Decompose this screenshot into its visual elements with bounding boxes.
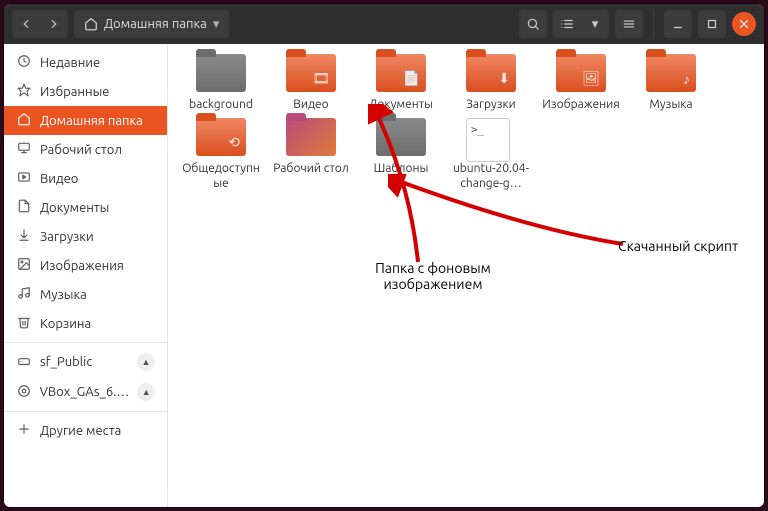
sidebar-item[interactable]: Недавние	[4, 48, 167, 77]
folder-icon	[376, 118, 426, 156]
sidebar-divider	[4, 411, 167, 412]
sidebar-item[interactable]: Другие места	[4, 416, 167, 445]
item-label: Рабочий стол	[273, 162, 349, 176]
sidebar-item[interactable]: Корзина	[4, 309, 167, 338]
folder-item[interactable]: ⬇ Загрузки	[452, 54, 530, 112]
sidebar-item[interactable]: Избранные	[4, 77, 167, 106]
script-file-icon	[466, 118, 510, 162]
trash-icon	[16, 315, 32, 332]
sidebar-item-label: Другие места	[40, 424, 121, 438]
sidebar-item[interactable]: Музыка	[4, 280, 167, 309]
star-icon	[16, 83, 32, 100]
sidebar: Недавние Избранные Домашняя папка Рабочий с…	[4, 44, 168, 507]
folder-item[interactable]: 📄 Документы	[362, 54, 440, 112]
sidebar-item-label: Загрузки	[40, 230, 94, 244]
folder-item[interactable]: 🎞 Видео	[272, 54, 350, 112]
nav-back-button[interactable]	[12, 10, 40, 38]
image-icon	[16, 257, 32, 274]
disc-icon	[16, 384, 32, 401]
view-options-button[interactable]: ▾	[581, 10, 609, 38]
sidebar-item-label: Изображения	[40, 259, 124, 273]
annotation-text: Папка с фоновым изображением	[363, 260, 503, 292]
chevron-down-icon: ▾	[213, 17, 220, 32]
folder-icon	[196, 54, 246, 92]
folder-icon: ⟲	[196, 118, 246, 156]
item-label: Шаблоны	[374, 162, 429, 176]
titlebar: Домашняя папка ▾ ▾	[4, 4, 764, 44]
folder-icon	[286, 118, 336, 156]
sidebar-divider	[4, 342, 167, 343]
video-icon	[16, 170, 32, 187]
breadcrumb-label: Домашняя папка	[104, 17, 207, 31]
sidebar-item-label: Избранные	[40, 85, 109, 99]
eject-button[interactable]: ▲	[137, 383, 155, 401]
sidebar-item[interactable]: Документы	[4, 193, 167, 222]
annotation-text: Скачанный скрипт	[618, 238, 738, 254]
sidebar-item-label: sf_Public	[40, 355, 92, 369]
folder-item[interactable]: ♪ Музыка	[632, 54, 710, 112]
sidebar-item-label: Домашняя папка	[40, 114, 143, 128]
search-button[interactable]	[519, 10, 547, 38]
item-label: Общедоступные	[182, 162, 260, 191]
item-label: Музыка	[649, 98, 692, 112]
folder-icon: 🎞	[286, 54, 336, 92]
desktop-icon	[16, 141, 32, 158]
item-label: background	[189, 98, 253, 112]
home-icon	[84, 17, 98, 31]
file-item[interactable]: ubuntu-20.04-change-g…	[452, 118, 530, 191]
view-list-button[interactable]	[553, 10, 581, 38]
folder-item[interactable]: 🖼 Изображения	[542, 54, 620, 112]
folder-icon: ♪	[646, 54, 696, 92]
item-label: Загрузки	[466, 98, 516, 112]
folder-item[interactable]: background	[182, 54, 260, 112]
folder-item[interactable]: Рабочий стол	[272, 118, 350, 191]
sidebar-item-label: Корзина	[40, 317, 91, 331]
download-icon	[16, 228, 32, 245]
item-label: Видео	[293, 98, 328, 112]
eject-button[interactable]: ▲	[137, 353, 155, 371]
folder-item[interactable]: ⟲ Общедоступные	[182, 118, 260, 191]
item-label: Документы	[369, 98, 433, 112]
sidebar-item-label: Недавние	[40, 56, 100, 70]
icon-grid: background 🎞 Видео 📄 Документы ⬇ Загрузки 🖼 Изоб…	[182, 54, 750, 191]
sidebar-item[interactable]: sf_Public ▲	[4, 347, 167, 377]
plus-icon	[16, 422, 32, 439]
sidebar-item-label: Музыка	[40, 288, 87, 302]
window-minimize-button[interactable]	[664, 10, 692, 38]
sidebar-item-label: Рабочий стол	[40, 143, 122, 157]
sidebar-item[interactable]: Рабочий стол	[4, 135, 167, 164]
sidebar-item[interactable]: Видео	[4, 164, 167, 193]
sidebar-item[interactable]: VBox_GAs_6.… ▲	[4, 377, 167, 407]
item-label: Изображения	[542, 98, 619, 112]
hamburger-menu-button[interactable]	[615, 10, 643, 38]
path-bar[interactable]: Домашняя папка ▾	[74, 10, 229, 38]
home-icon	[16, 112, 32, 129]
folder-icon: 🖼	[556, 54, 606, 92]
folder-item[interactable]: Шаблоны	[362, 118, 440, 191]
music-icon	[16, 286, 32, 303]
sidebar-item[interactable]: Изображения	[4, 251, 167, 280]
window-maximize-button[interactable]	[698, 10, 726, 38]
content-area: background 🎞 Видео 📄 Документы ⬇ Загрузки 🖼 Изоб…	[168, 44, 764, 507]
folder-icon: ⬇	[466, 54, 516, 92]
item-label: ubuntu-20.04-change-g…	[452, 162, 530, 191]
sidebar-item-label: VBox_GAs_6.…	[40, 385, 130, 399]
folder-icon: 📄	[376, 54, 426, 92]
nav-forward-button[interactable]	[40, 10, 68, 38]
clock-icon	[16, 54, 32, 71]
sidebar-item-label: Документы	[40, 201, 109, 215]
window-close-button[interactable]	[732, 12, 756, 36]
doc-icon	[16, 199, 32, 216]
sidebar-item[interactable]: Загрузки	[4, 222, 167, 251]
sidebar-item[interactable]: Домашняя папка	[4, 106, 167, 135]
sidebar-item-label: Видео	[40, 172, 78, 186]
drive-icon	[16, 354, 32, 371]
